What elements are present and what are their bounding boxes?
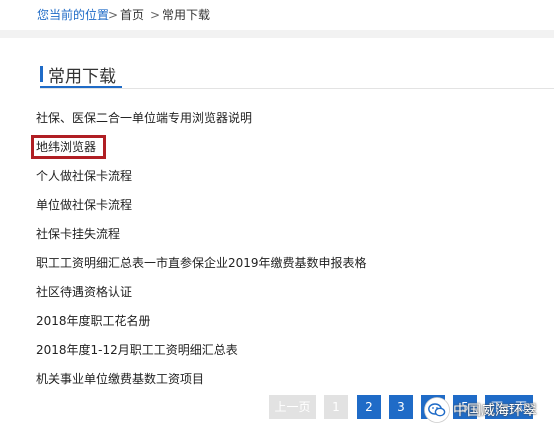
download-item[interactable]: 2018年度职工花名册 [36,311,367,340]
breadcrumb-separator: > [108,8,119,22]
download-item[interactable]: 机关事业单位缴费基数工资项目 [36,369,367,398]
highlight-annotation-box [31,135,106,159]
watermark: 中国威海环翠 [424,397,537,423]
breadcrumb-home-link[interactable]: 首页 [120,0,144,30]
section-divider [40,88,554,89]
download-item[interactable]: 社区待遇资格认证 [36,282,367,311]
page-button-1[interactable]: 1 [324,395,348,419]
download-item[interactable]: 单位做社保卡流程 [36,195,367,224]
header-divider-band [0,30,554,38]
page-button-2[interactable]: 2 [357,395,381,419]
download-item[interactable]: 社保、医保二合一单位端专用浏览器说明 [36,108,367,137]
breadcrumb-separator: > [150,8,161,22]
download-item[interactable]: 社保卡挂失流程 [36,224,367,253]
page-button-3[interactable]: 3 [389,395,413,419]
breadcrumb-current-link[interactable]: 常用下载 [162,0,210,30]
download-item[interactable]: 2018年度1-12月职工工资明细汇总表 [36,340,367,369]
download-item[interactable]: 个人做社保卡流程 [36,166,367,195]
heading-accent-bar [40,66,43,82]
section-title: 常用下载 [48,66,116,87]
breadcrumb-location-label: 您当前的位置 [37,8,110,22]
wechat-icon [424,397,450,423]
section-heading: 常用下载 [40,63,116,87]
breadcrumb: 您当前的位置 > 首页 > 常用下载 [0,0,554,30]
page: 您当前的位置 > 首页 > 常用下载 常用下载 社保、医保二合一单位端专用浏览器… [0,0,554,437]
download-item[interactable]: 职工工资明细汇总表一市直参保企业2019年缴费基数申报表格 [36,253,367,282]
prev-page-button[interactable]: 上一页 [269,395,316,419]
watermark-text: 中国威海环翠 [453,403,537,419]
